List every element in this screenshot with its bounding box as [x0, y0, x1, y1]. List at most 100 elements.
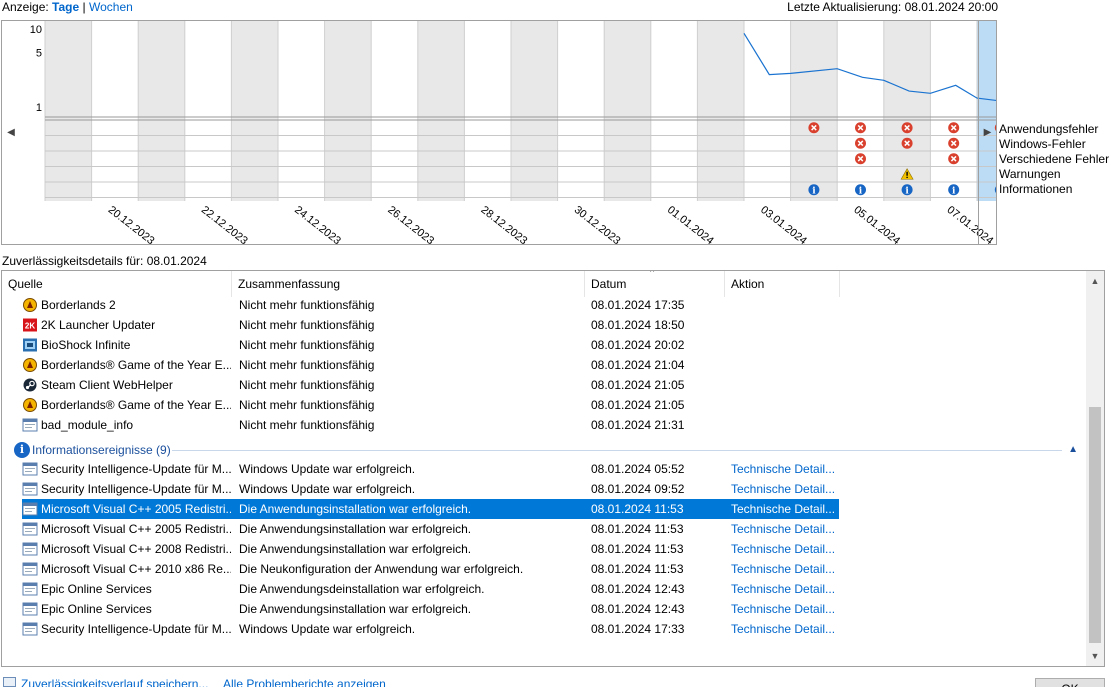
- technical-details-link[interactable]: Technische Detail...: [731, 559, 839, 579]
- table-row[interactable]: Borderlands 2 Nicht mehr funktionsfähig 08…: [2, 295, 1087, 315]
- row-summary: Die Anwendungsdeinstallation war erfolgr…: [239, 582, 485, 596]
- group-divider: [172, 450, 1062, 451]
- table-row-selected[interactable]: Microsoft Visual C++ 2005 Redistri... Die…: [2, 499, 1087, 519]
- column-header-date[interactable]: Datum: [585, 271, 725, 297]
- row-date: 08.01.2024 21:05: [591, 398, 685, 412]
- table-row[interactable]: Security Intelligence-Update für M... Win…: [2, 619, 1087, 639]
- scroll-up-icon[interactable]: ▲: [1086, 273, 1104, 289]
- x-tick-label: 05.01.2024: [851, 204, 902, 244]
- svg-text:2K: 2K: [25, 322, 35, 331]
- x-tick-label: 03.01.2024: [758, 204, 809, 244]
- technical-details-link[interactable]: Technische Detail...: [731, 479, 839, 499]
- row-source: Epic Online Services: [41, 602, 152, 616]
- row-source: Microsoft Visual C++ 2005 Redistri...: [41, 502, 231, 516]
- table-row[interactable]: Borderlands® Game of the Year E... Nicht …: [2, 355, 1087, 375]
- all-reports-link[interactable]: Alle Problemberichte anzeigen: [223, 677, 386, 687]
- row-source: Borderlands 2: [41, 298, 116, 312]
- legend-category: Anwendungsfehler: [999, 122, 1099, 136]
- table-row[interactable]: bad_module_info Nicht mehr funktionsfähig…: [2, 415, 1087, 435]
- borderlands-icon: [22, 358, 38, 372]
- view-switcher: Anzeige: Tage | Wochen: [2, 0, 133, 14]
- table-row[interactable]: Borderlands® Game of the Year E... Nicht …: [2, 395, 1087, 415]
- last-update-label: Letzte Aktualisierung: 08.01.2024 20:00: [787, 0, 998, 14]
- technical-details-link[interactable]: Technische Detail...: [731, 539, 839, 559]
- app-window-icon: [22, 622, 38, 636]
- chart-scroll-left-icon[interactable]: ◀: [2, 21, 20, 244]
- table-row[interactable]: Security Intelligence-Update für M... Win…: [2, 479, 1087, 499]
- legend-category: Warnungen: [999, 167, 1061, 181]
- row-source: Borderlands® Game of the Year E...: [41, 398, 231, 412]
- table-row[interactable]: Microsoft Visual C++ 2010 x86 Re... Die N…: [2, 559, 1087, 579]
- row-date: 08.01.2024 11:53: [591, 562, 684, 576]
- list-scrollbar[interactable]: ▲ ▼: [1086, 271, 1104, 666]
- day-column: [511, 21, 558, 201]
- row-date: 08.01.2024 21:31: [591, 418, 685, 432]
- legend-category: Verschiedene Fehler: [999, 152, 1109, 166]
- x-tick-label: 28.12.2023: [479, 204, 530, 244]
- technical-details-link[interactable]: Technische Detail...: [731, 519, 839, 539]
- view-bar: Anzeige: Tage | Wochen Letzte Aktualisie…: [0, 0, 1109, 14]
- technical-details-link[interactable]: Technische Detail...: [731, 619, 839, 639]
- row-summary: Windows Update war erfolgreich.: [239, 462, 416, 476]
- warning-icon-dot: [906, 176, 908, 179]
- x-tick-label: 26.12.2023: [385, 204, 436, 244]
- day-column: [231, 21, 278, 201]
- table-row[interactable]: Microsoft Visual C++ 2005 Redistri... Die…: [2, 519, 1087, 539]
- group-header-information[interactable]: i Informationsereignisse (9) ▲: [12, 441, 1082, 459]
- info-icon-glyph: i: [859, 186, 863, 196]
- y-tick-label: 1: [36, 102, 42, 114]
- day-column: [604, 21, 651, 201]
- column-header-action[interactable]: Aktion: [725, 271, 840, 297]
- reliability-chart: 1051iiiii20.12.202322.12.202324.12.20232…: [1, 20, 997, 245]
- row-summary: Nicht mehr funktionsfähig: [239, 318, 375, 332]
- save-history-link[interactable]: Zuverlässigkeitsverlauf speichern...: [21, 677, 208, 687]
- table-row[interactable]: Epic Online Services Die Anwendungsdeinst…: [2, 579, 1087, 599]
- technical-details-link[interactable]: Technische Detail...: [731, 579, 839, 599]
- y-tick-label: 10: [30, 24, 42, 36]
- x-tick-label: 30.12.2023: [572, 204, 623, 244]
- table-row[interactable]: Steam Client WebHelper Nicht mehr funktio…: [2, 375, 1087, 395]
- chart-scroll-right-icon[interactable]: ▶: [978, 21, 996, 244]
- table-row[interactable]: 2K 2K Launcher Updater Nicht mehr funktion…: [2, 315, 1087, 335]
- row-source: bad_module_info: [41, 418, 134, 432]
- table-row[interactable]: Microsoft Visual C++ 2008 Redistri... Die…: [2, 539, 1087, 559]
- app-window-icon: [22, 602, 38, 616]
- save-icon: [3, 677, 16, 687]
- day-column: [91, 21, 139, 201]
- table-row[interactable]: Security Intelligence-Update für M... Win…: [2, 459, 1087, 479]
- x-tick-label: 24.12.2023: [292, 204, 343, 244]
- bottom-bar: Zuverlässigkeitsverlauf speichern... All…: [0, 672, 1109, 687]
- app-window-icon: [22, 522, 38, 536]
- row-summary: Windows Update war erfolgreich.: [239, 482, 416, 496]
- technical-details-link[interactable]: Technische Detail...: [731, 459, 839, 479]
- row-date: 08.01.2024 12:43: [591, 602, 685, 616]
- scroll-down-icon[interactable]: ▼: [1086, 648, 1104, 664]
- 2k-icon: 2K: [22, 318, 38, 332]
- collapse-chevron-icon[interactable]: ▲: [1068, 441, 1078, 459]
- group-label: Informationsereignisse (9): [32, 443, 171, 457]
- row-summary: Die Anwendungsinstallation war erfolgrei…: [239, 502, 472, 516]
- table-row[interactable]: BioShock Infinite Nicht mehr funktionsfäh…: [2, 335, 1087, 355]
- x-tick-label: 01.01.2024: [665, 204, 716, 244]
- app-window-icon: [22, 562, 38, 576]
- technical-details-link[interactable]: Technische Detail...: [731, 499, 839, 519]
- row-source: Microsoft Visual C++ 2008 Redistri...: [41, 542, 231, 556]
- view-days-link[interactable]: Tage: [52, 0, 79, 14]
- table-row[interactable]: Epic Online Services Die Anwendungsinstal…: [2, 599, 1087, 619]
- view-weeks-link[interactable]: Wochen: [89, 0, 133, 14]
- reliability-chart-svg[interactable]: 1051iiiii20.12.202322.12.202324.12.20232…: [2, 21, 996, 244]
- day-column: [557, 21, 605, 201]
- view-separator: |: [82, 0, 86, 14]
- technical-details-link[interactable]: Technische Detail...: [731, 599, 839, 619]
- day-column: [744, 21, 791, 201]
- day-column: [464, 21, 511, 201]
- details-title: Zuverlässigkeitsdetails für: 08.01.2024: [2, 254, 207, 268]
- app-window-icon: [22, 582, 38, 596]
- column-header-source[interactable]: Quelle: [2, 271, 232, 297]
- scrollbar-thumb[interactable]: [1089, 407, 1101, 643]
- column-header-summary[interactable]: Zusammenfassung: [232, 271, 585, 297]
- row-date: 08.01.2024 21:04: [591, 358, 685, 372]
- borderlands-icon: [22, 398, 38, 412]
- x-tick-label: 20.12.2023: [106, 204, 157, 244]
- ok-button[interactable]: OK: [1035, 678, 1105, 687]
